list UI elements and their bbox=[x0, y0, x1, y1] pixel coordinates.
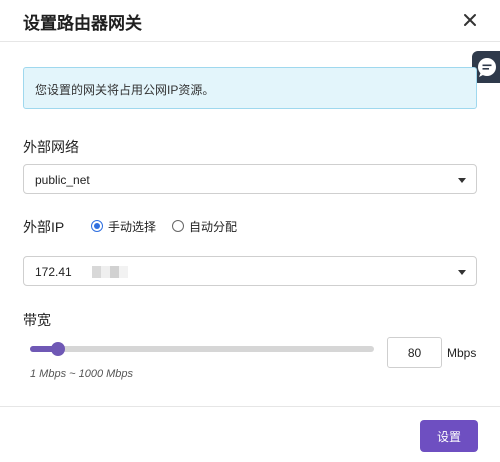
redacted-ip-suffix bbox=[92, 266, 128, 278]
bandwidth-slider[interactable] bbox=[30, 342, 374, 356]
info-alert-text: 您设置的网关将占用公网IP资源。 bbox=[35, 83, 215, 97]
bandwidth-unit: Mbps bbox=[447, 346, 477, 360]
radio-auto-label: 自动分配 bbox=[189, 220, 238, 234]
bandwidth-range-hint: 1 Mbps ~ 1000 Mbps bbox=[30, 368, 134, 380]
external-ip-label: 外部IP bbox=[23, 219, 65, 235]
router-gateway-dialog: 设置路由器网关 您设置的网关将占用公网IP资源。 外部网络 public_net… bbox=[0, 0, 500, 462]
radio-selected-indicator bbox=[91, 220, 103, 232]
dialog-header: 设置路由器网关 bbox=[0, 0, 500, 42]
bandwidth-label: 带宽 bbox=[23, 312, 51, 328]
external-ip-select[interactable]: 172.41 bbox=[23, 256, 477, 286]
info-alert: 您设置的网关将占用公网IP资源。 bbox=[23, 67, 477, 109]
radio-manual-label: 手动选择 bbox=[108, 220, 157, 234]
external-network-select[interactable]: public_net bbox=[23, 164, 477, 194]
external-network-value: public_net bbox=[35, 173, 90, 187]
bandwidth-slider-handle[interactable] bbox=[50, 342, 65, 356]
caret-down-icon bbox=[458, 178, 466, 183]
set-gateway-button[interactable]: 设置 bbox=[420, 420, 478, 452]
external-ip-value: 172.41 bbox=[35, 265, 72, 279]
close-button[interactable] bbox=[460, 10, 480, 30]
dialog-title: 设置路由器网关 bbox=[23, 14, 142, 33]
external-network-label: 外部网络 bbox=[23, 139, 79, 155]
radio-unselected-indicator bbox=[172, 220, 184, 232]
bandwidth-input[interactable] bbox=[387, 337, 442, 368]
close-icon bbox=[464, 14, 476, 26]
footer-divider bbox=[0, 406, 500, 407]
caret-down-icon bbox=[458, 270, 466, 275]
